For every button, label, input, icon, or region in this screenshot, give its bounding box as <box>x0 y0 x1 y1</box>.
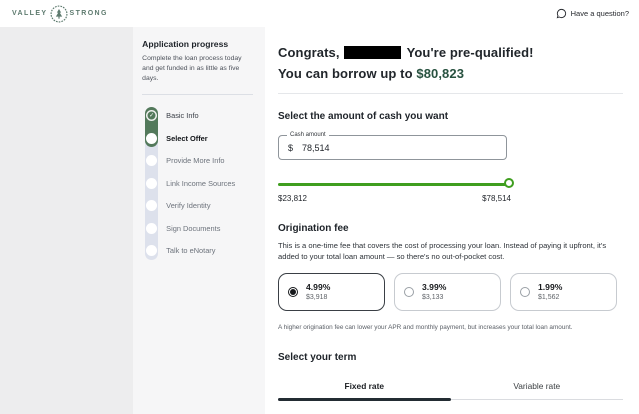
option-rate: 1.99% <box>538 282 563 293</box>
origination-option-4.99%[interactable]: 4.99% $3,918 <box>278 272 385 311</box>
congrats-prefix: Congrats, <box>278 45 340 60</box>
step-circle <box>146 245 158 257</box>
step-circle <box>146 155 158 167</box>
cash-amount-slider[interactable] <box>278 177 514 191</box>
step-circle <box>146 222 158 234</box>
step-label: Sign Documents <box>166 223 221 233</box>
progress-stepper: ✓ Basic Info Select Offer Provide More Info… <box>142 105 253 263</box>
step-provide-more-info: Provide More Info <box>142 150 253 173</box>
term-section-title: Select your term <box>278 351 357 363</box>
step-label: Talk to eNotary <box>166 246 216 256</box>
step-verify-identity: Verify Identity <box>142 195 253 218</box>
slider-handle[interactable] <box>504 177 514 188</box>
option-amount: $1,562 <box>538 294 560 302</box>
origination-option-3.99%[interactable]: 3.99% $3,133 <box>394 272 501 311</box>
step-talk-to-enotary: Talk to eNotary <box>142 240 253 263</box>
redacted-name <box>343 46 401 59</box>
congrats-suffix: You're pre-qualified! <box>406 45 534 60</box>
step-label: Basic Info <box>166 111 199 121</box>
main-content: Congrats, You're pre-qualified! You can b… <box>265 27 639 414</box>
origination-title: Origination fee <box>278 223 349 234</box>
step-circle <box>146 200 158 212</box>
step-label: Link Income Sources <box>166 178 236 188</box>
valley-strong-logo: VALLEY STRONG <box>12 4 108 24</box>
application-progress-panel: Application progress Complete the loan p… <box>133 27 265 414</box>
left-gutter <box>0 27 134 414</box>
origination-options: 4.99% $3,918 3.99% $3,133 1.99% $1,562 <box>278 272 630 311</box>
step-label: Select Offer <box>166 133 208 143</box>
slider-min-label: $23,812 <box>278 194 307 203</box>
tab-variable-rate[interactable]: Variable rate <box>451 375 624 399</box>
step-link-income-sources: Link Income Sources <box>142 172 253 195</box>
borrow-prefix: You can borrow up to <box>278 66 417 81</box>
step-label: Verify Identity <box>166 201 211 211</box>
step-select-offer[interactable]: Select Offer <box>142 127 253 150</box>
sidebar-divider <box>142 93 253 95</box>
slider-labels: $23,812 $78,514 <box>278 194 511 203</box>
chat-bubble-icon <box>556 8 566 19</box>
sidebar-subtitle: Complete the loan process today and get … <box>142 55 242 83</box>
sidebar-title: Application progress <box>142 39 229 49</box>
check-icon: ✓ <box>146 110 158 122</box>
term-tabs: Fixed rate Variable rate <box>278 375 624 401</box>
option-rate: 4.99% <box>306 282 331 293</box>
logo-emblem-icon <box>50 5 67 22</box>
step-circle <box>146 177 158 189</box>
origination-description: This is a one-time fee that covers the c… <box>278 241 607 262</box>
option-amount: $3,133 <box>422 294 444 302</box>
tab-fixed-rate[interactable]: Fixed rate <box>278 375 451 401</box>
cash-amount-input-label: Cash amount <box>287 132 329 138</box>
origination-option-1.99%[interactable]: 1.99% $1,562 <box>510 272 617 311</box>
section-divider <box>278 93 623 94</box>
cash-amount-input[interactable]: Cash amount $ 78,514 <box>278 132 507 160</box>
top-header: VALLEY STRONG Have a question? <box>0 0 639 27</box>
radio-button-icon <box>520 286 530 297</box>
option-amount: $3,918 <box>306 294 328 302</box>
cash-section-title: Select the amount of cash you want <box>278 111 449 122</box>
step-circle <box>146 132 158 144</box>
radio-button-icon <box>288 286 298 297</box>
borrow-amount: $80,823 <box>416 66 465 81</box>
radio-button-icon <box>404 286 414 297</box>
step-label: Provide More Info <box>166 156 225 166</box>
congrats-heading: Congrats, You're pre-qualified! <box>278 42 630 63</box>
help-label: Have a question? <box>570 9 629 18</box>
slider-max-label: $78,514 <box>482 194 511 203</box>
logo-text-right: STRONG <box>69 10 108 17</box>
step-sign-documents: Sign Documents <box>142 217 253 240</box>
option-rate: 3.99% <box>422 282 447 293</box>
cash-amount-value: 78,514 <box>302 142 330 153</box>
borrow-heading: You can borrow up to $80,823 <box>278 63 630 84</box>
origination-footnote: A higher origination fee can lower your … <box>278 323 573 331</box>
have-a-question-button[interactable]: Have a question? <box>556 8 629 19</box>
logo-text-left: VALLEY <box>12 10 48 17</box>
step-basic-info[interactable]: ✓ Basic Info <box>142 105 253 128</box>
currency-symbol: $ <box>288 142 294 153</box>
slider-track[interactable] <box>278 183 511 186</box>
